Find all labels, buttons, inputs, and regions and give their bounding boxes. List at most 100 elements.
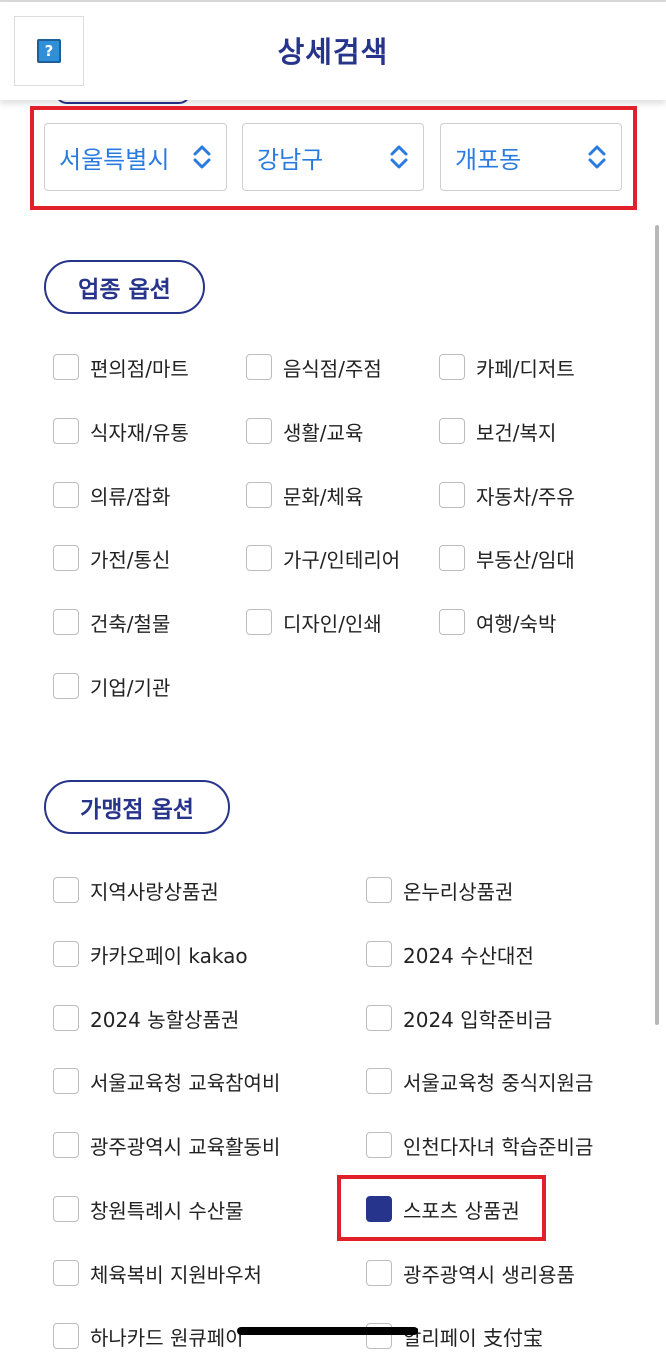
- option-label: 디자인/인쇄: [283, 611, 382, 636]
- checkbox[interactable]: [439, 609, 465, 635]
- merchant-option[interactable]: 2024 농할상품권: [53, 1002, 239, 1034]
- option-label: 보건/복지: [476, 420, 557, 445]
- merchant-option[interactable]: 온누리상품권: [366, 874, 513, 906]
- industry-option[interactable]: 의류/잡화: [53, 479, 170, 511]
- checkbox[interactable]: [53, 482, 79, 508]
- option-label: 부동산/임대: [476, 547, 575, 572]
- industry-option[interactable]: 디자인/인쇄: [246, 606, 382, 638]
- industry-option[interactable]: 보건/복지: [439, 415, 556, 447]
- option-label: 2024 수산대전: [403, 943, 534, 968]
- checkbox[interactable]: [53, 941, 79, 967]
- home-indicator[interactable]: [237, 1327, 418, 1335]
- option-label: 창원특례시 수산물: [90, 1198, 244, 1223]
- checkbox[interactable]: [246, 545, 272, 571]
- merchant-option[interactable]: 인천다자녀 학습준비금: [366, 1129, 593, 1161]
- industry-option[interactable]: 음식점/주점: [246, 351, 382, 383]
- industry-option[interactable]: 부동산/임대: [439, 542, 575, 574]
- option-label: 체육복비 지원바우처: [90, 1262, 262, 1287]
- option-label: 가구/인테리어: [283, 547, 401, 572]
- option-label: 지역사랑상품권: [90, 879, 219, 904]
- industry-option[interactable]: 카페/디저트: [439, 351, 575, 383]
- industry-option[interactable]: 편의점/마트: [53, 351, 189, 383]
- checkbox[interactable]: [366, 1260, 392, 1286]
- merchant-option[interactable]: 카카오페이 kakao: [53, 938, 248, 970]
- option-label: 여행/숙박: [476, 611, 557, 636]
- checkbox[interactable]: [246, 482, 272, 508]
- checkbox[interactable]: [439, 418, 465, 444]
- checkbox[interactable]: [53, 418, 79, 444]
- option-label: 생활/교육: [283, 420, 364, 445]
- checkbox-checked[interactable]: [366, 1196, 392, 1222]
- checkbox[interactable]: [366, 941, 392, 967]
- option-label: 서울교육청 교육참여비: [90, 1070, 281, 1095]
- merchant-option[interactable]: 광주광역시 교육활동비: [53, 1129, 280, 1161]
- checkbox[interactable]: [53, 1132, 79, 1158]
- industry-option[interactable]: 여행/숙박: [439, 606, 556, 638]
- checkbox[interactable]: [53, 1005, 79, 1031]
- option-label: 서울교육청 중식지원금: [403, 1070, 594, 1095]
- merchant-option[interactable]: 서울교육청 중식지원금: [366, 1065, 593, 1097]
- checkbox[interactable]: [53, 1068, 79, 1094]
- checkbox[interactable]: [53, 545, 79, 571]
- checkbox[interactable]: [53, 673, 79, 699]
- merchant-option-selected[interactable]: 스포츠 상품권: [366, 1193, 520, 1225]
- merchant-option[interactable]: 알리페이 支付宝: [366, 1320, 543, 1352]
- scrollbar[interactable]: [655, 225, 659, 1025]
- merchant-option[interactable]: 2024 수산대전: [366, 938, 534, 970]
- checkbox[interactable]: [246, 609, 272, 635]
- option-label: 하나카드 원큐페이: [90, 1325, 244, 1350]
- option-label: 문화/체육: [283, 484, 364, 509]
- industry-option[interactable]: 문화/체육: [246, 479, 363, 511]
- option-label: 가전/통신: [90, 547, 171, 572]
- merchant-option[interactable]: 서울교육청 교육참여비: [53, 1065, 280, 1097]
- city-select[interactable]: 서울특별시: [44, 123, 227, 191]
- checkbox[interactable]: [366, 1132, 392, 1158]
- merchant-options-heading: 가맹점 옵션: [44, 780, 230, 834]
- checkbox[interactable]: [439, 482, 465, 508]
- industry-option[interactable]: 가전/통신: [53, 542, 170, 574]
- checkbox[interactable]: [53, 1260, 79, 1286]
- checkbox[interactable]: [53, 354, 79, 380]
- district-select[interactable]: 강남구: [242, 123, 424, 191]
- industry-option[interactable]: 기업/기관: [53, 670, 170, 702]
- option-label: 편의점/마트: [90, 356, 189, 381]
- option-label: 온누리상품권: [403, 879, 514, 904]
- chevron-up-down-icon: [389, 144, 409, 170]
- checkbox[interactable]: [439, 545, 465, 571]
- checkbox[interactable]: [53, 1323, 79, 1349]
- industry-option[interactable]: 자동차/주유: [439, 479, 575, 511]
- checkbox[interactable]: [246, 418, 272, 444]
- checkbox[interactable]: [53, 877, 79, 903]
- merchant-option[interactable]: 지역사랑상품권: [53, 874, 219, 906]
- dong-select-value: 개포동: [455, 145, 522, 174]
- merchant-option[interactable]: 2024 입학준비금: [366, 1002, 552, 1034]
- option-label: 자동차/주유: [476, 484, 575, 509]
- header: ? 상세검색: [0, 2, 666, 100]
- district-select-value: 강남구: [257, 145, 324, 174]
- city-select-value: 서울특별시: [59, 145, 170, 174]
- option-label: 알리페이 支付宝: [403, 1325, 543, 1350]
- merchant-option[interactable]: 하나카드 원큐페이: [53, 1320, 244, 1352]
- checkbox[interactable]: [246, 354, 272, 380]
- industry-option[interactable]: 식자재/유통: [53, 415, 189, 447]
- merchant-option[interactable]: 창원특례시 수산물: [53, 1193, 244, 1225]
- checkbox[interactable]: [366, 877, 392, 903]
- dong-select[interactable]: 개포동: [440, 123, 622, 191]
- option-label: 의류/잡화: [90, 484, 171, 509]
- merchant-option[interactable]: 체육복비 지원바우처: [53, 1257, 262, 1289]
- checkbox[interactable]: [366, 1005, 392, 1031]
- checkbox[interactable]: [53, 609, 79, 635]
- checkbox[interactable]: [366, 1068, 392, 1094]
- option-label: 건축/철물: [90, 611, 171, 636]
- checkbox[interactable]: [439, 354, 465, 380]
- merchant-option[interactable]: 광주광역시 생리용품: [366, 1257, 575, 1289]
- industry-option[interactable]: 건축/철물: [53, 606, 170, 638]
- option-label: 광주광역시 생리용품: [403, 1262, 575, 1287]
- industry-option[interactable]: 생활/교육: [246, 415, 363, 447]
- option-label: 카페/디저트: [476, 356, 575, 381]
- industry-option[interactable]: 가구/인테리어: [246, 542, 400, 574]
- checkbox[interactable]: [53, 1196, 79, 1222]
- option-label: 식자재/유통: [90, 420, 189, 445]
- chevron-up-down-icon: [587, 144, 607, 170]
- option-label: 스포츠 상품권: [403, 1198, 520, 1223]
